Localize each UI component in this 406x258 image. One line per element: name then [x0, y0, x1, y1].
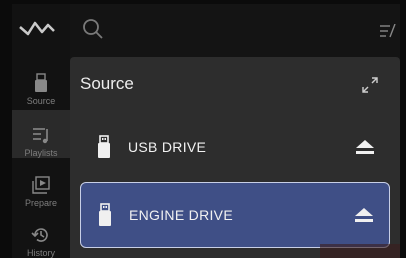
- usb-drive-icon: [98, 135, 110, 158]
- sidebar-item-prepare[interactable]: Prepare: [12, 162, 70, 208]
- eject-icon[interactable]: [355, 208, 373, 222]
- engine-logo-icon: [19, 21, 55, 36]
- expand-icon[interactable]: [360, 75, 380, 95]
- source-label: ENGINE DRIVE: [129, 207, 233, 223]
- top-bar: [70, 4, 400, 54]
- usb-drive-icon: [99, 203, 111, 226]
- edit-list-icon[interactable]: [380, 24, 396, 38]
- sidebar-item-label: Playlists: [24, 148, 58, 158]
- prepare-icon: [32, 176, 50, 194]
- source-item-usb-drive[interactable]: USB DRIVE: [80, 120, 390, 174]
- search-icon[interactable]: [82, 18, 104, 40]
- sidebar-item-label: History: [26, 248, 55, 258]
- source-item-engine-drive[interactable]: ENGINE DRIVE: [80, 182, 390, 248]
- usb-drive-icon: [35, 73, 47, 92]
- playlist-icon: [33, 128, 48, 144]
- watermark: [320, 244, 400, 258]
- sidebar-item-source[interactable]: Source: [12, 60, 70, 106]
- sidebar-item-playlists[interactable]: Playlists: [12, 110, 70, 158]
- sidebar-item-history[interactable]: History: [12, 214, 70, 258]
- eject-icon[interactable]: [356, 140, 374, 154]
- sidebar-item-label: Source: [26, 96, 56, 106]
- history-icon: [31, 228, 48, 242]
- source-label: USB DRIVE: [128, 139, 207, 155]
- sidebar-item-label: Prepare: [24, 198, 58, 208]
- panel-title: Source: [80, 74, 134, 93]
